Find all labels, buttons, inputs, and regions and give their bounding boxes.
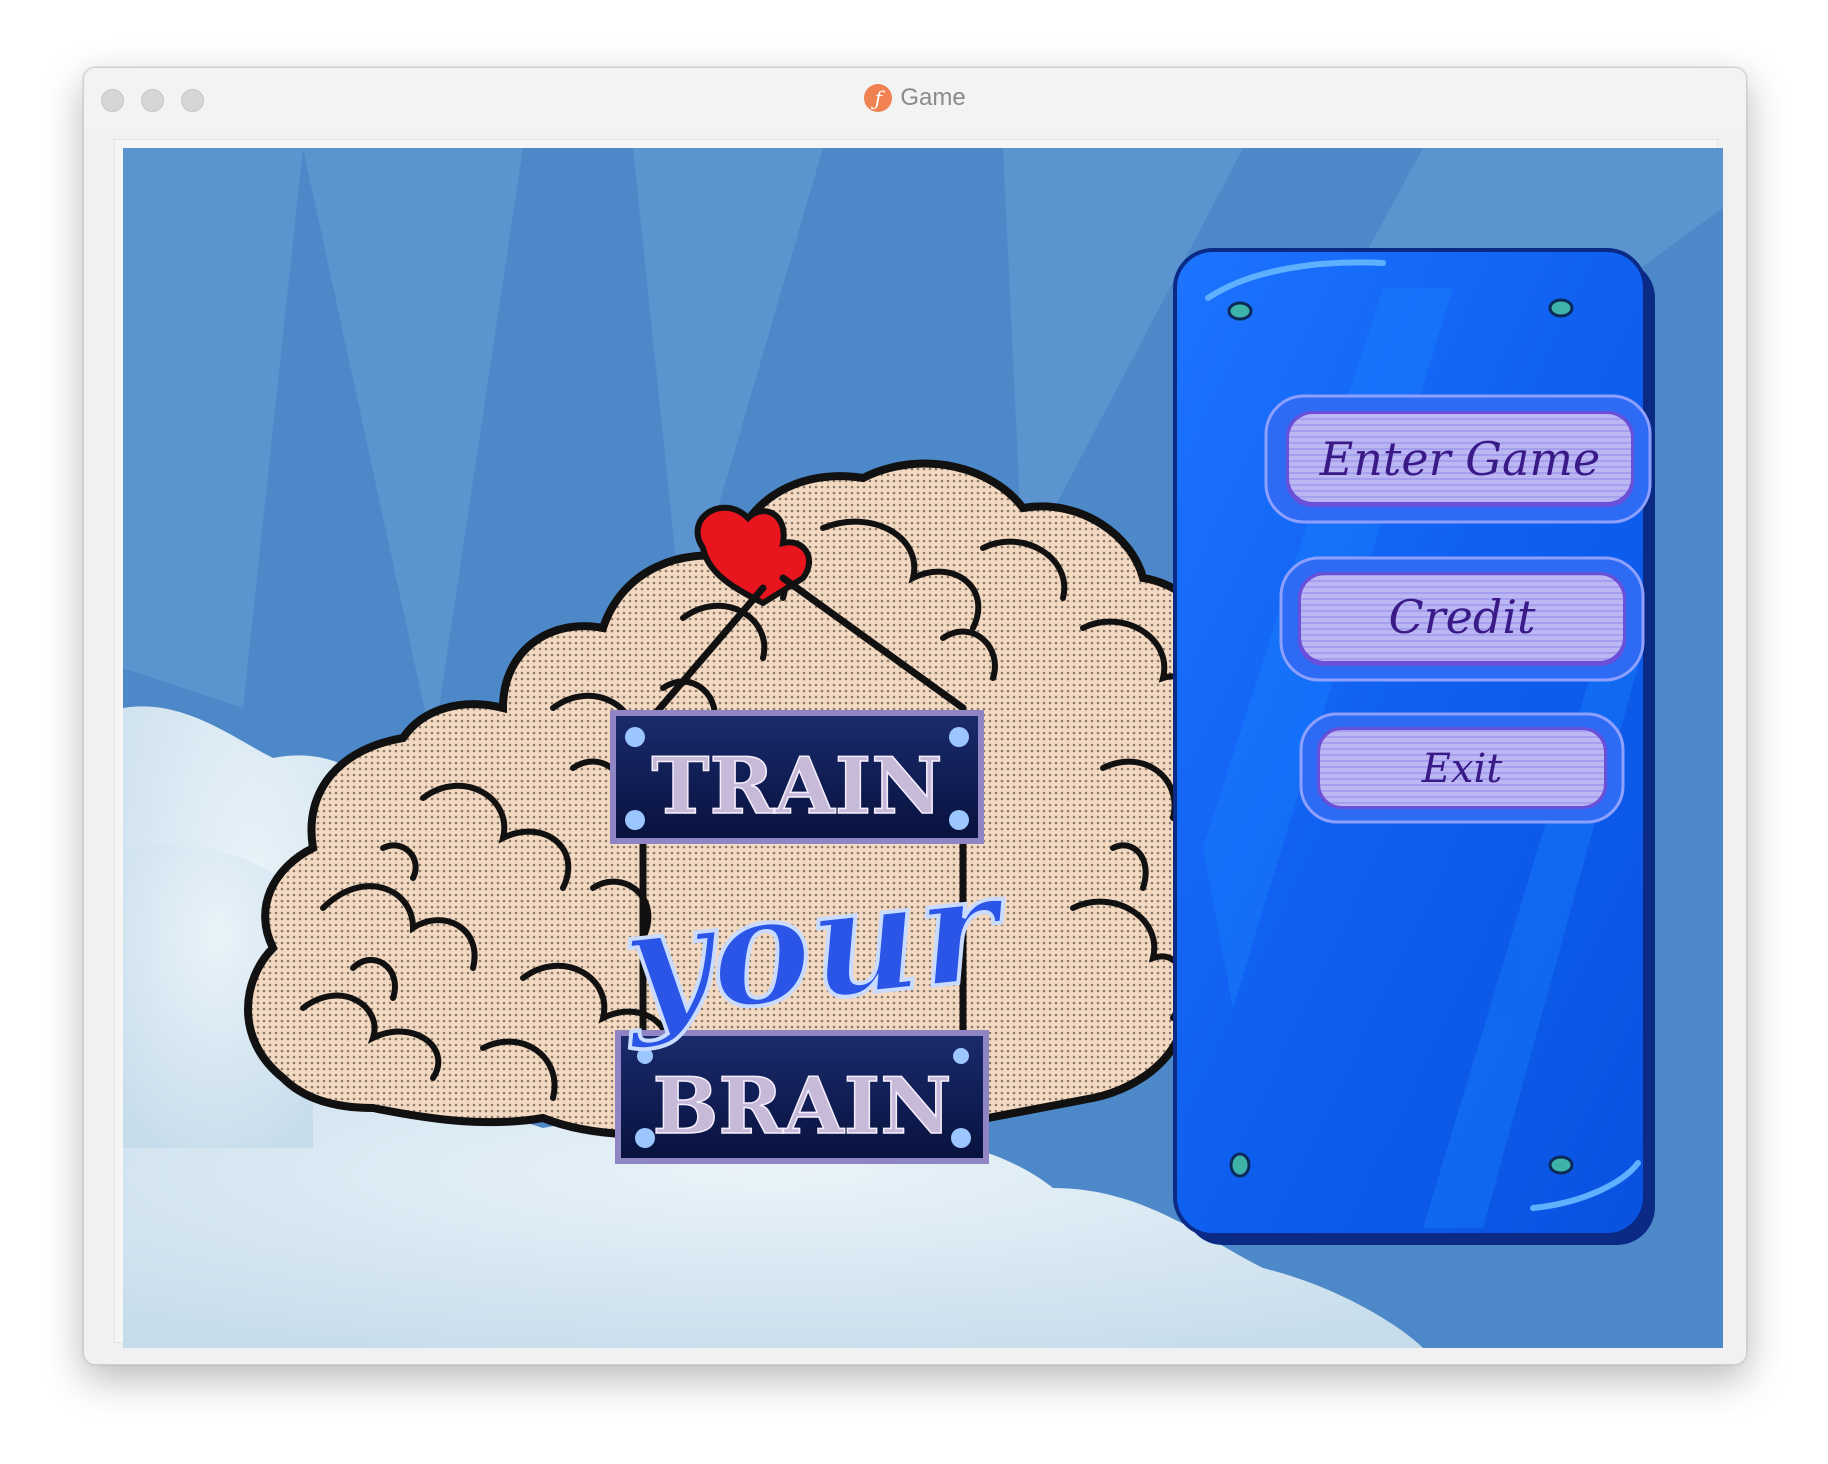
credit-button[interactable]: Credit	[1279, 556, 1645, 682]
title-bar[interactable]: ƒ Game	[84, 68, 1746, 128]
game-window: ƒ Game TRAIN BRAIN your Enter Game Credi…	[83, 67, 1747, 1365]
screw-icon	[1229, 1152, 1251, 1178]
enter-game-button[interactable]: Enter Game	[1264, 394, 1652, 524]
logo-train-text: TRAIN	[651, 741, 942, 832]
brain-sign: BRAIN	[615, 1030, 989, 1164]
screw-icon	[1227, 301, 1253, 321]
game-canvas[interactable]: TRAIN BRAIN your Enter Game Credit Exit	[123, 148, 1723, 1348]
screw-icon	[1548, 1155, 1574, 1175]
window-title: ƒ Game	[84, 84, 1746, 114]
exit-label: Exit	[1421, 746, 1504, 792]
flash-player-icon: ƒ	[864, 84, 893, 112]
screw-icon	[1548, 298, 1574, 318]
game-stage: TRAIN BRAIN your Enter Game Credit Exit	[114, 139, 1723, 1348]
credit-label: Credit	[1388, 590, 1536, 644]
train-sign: TRAIN	[610, 710, 984, 844]
exit-button[interactable]: Exit	[1299, 712, 1625, 824]
logo-brain-text: BRAIN	[652, 1061, 951, 1152]
enter-game-label: Enter Game	[1319, 432, 1601, 486]
